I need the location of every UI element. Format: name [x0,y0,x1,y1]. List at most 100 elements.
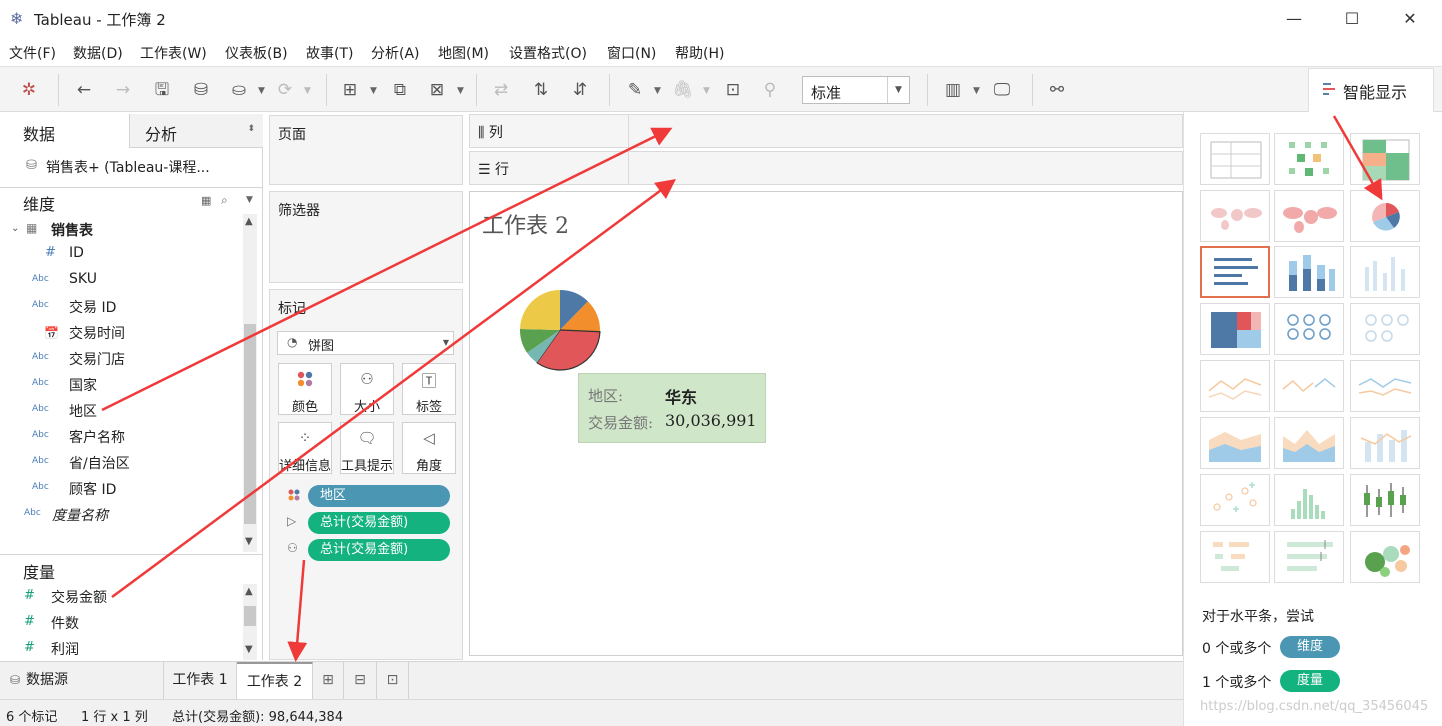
chevron-down-icon[interactable]: ▼ [703,86,710,96]
sort-descending-icon[interactable]: ⇵ [567,77,593,103]
close-button[interactable]: ✕ [1390,6,1430,32]
mark-tooltip-button[interactable]: 🗨 工具提示 [340,422,394,474]
scrollbar-thumb[interactable] [244,606,256,626]
swap-icon[interactable]: ⇄ [488,77,514,103]
tableau-home-icon[interactable]: ✲ [16,77,42,103]
menu-map[interactable]: 地图(M) [438,43,489,63]
mark-detail-button[interactable]: ⁘ 详细信息 [278,422,332,474]
chart-type-scatter[interactable] [1200,474,1270,526]
maximize-button[interactable]: ☐ [1332,6,1372,32]
new-worksheet-icon[interactable]: ⊞ [337,77,363,103]
angle-sum-pill[interactable]: 总计(交易金额) [308,512,450,534]
new-dashboard-icon[interactable]: ⊟ [344,662,377,699]
fit-select[interactable]: 标准 ▼ [802,76,910,104]
new-worksheet-icon[interactable]: ⊞ [313,662,344,699]
chart-type-line-continuous[interactable] [1200,360,1270,412]
columns-shelf[interactable]: ⫼ 列 [469,114,1183,148]
chart-type-heat-map[interactable] [1274,133,1344,185]
chart-type-circle-view[interactable] [1274,303,1344,355]
group-icon[interactable]: 🖇 [670,77,696,103]
duplicate-sheet-icon[interactable]: ⧉ [387,77,413,103]
new-story-icon[interactable]: ⊡ [377,662,409,699]
presentation-mode-icon[interactable]: 🖵 [989,77,1015,103]
tab-analysis[interactable]: 分析 ⬍ [130,114,263,148]
show-cards-icon[interactable]: ▥ [940,77,966,103]
chart-type-pie[interactable] [1350,190,1420,242]
chart-type-highlight-table[interactable] [1350,133,1420,185]
menu-help[interactable]: 帮助(H) [675,43,724,63]
menu-story[interactable]: 故事(T) [306,43,353,63]
chevron-down-icon[interactable]: ▼ [443,338,449,347]
chart-type-side-by-side-bar[interactable] [1350,246,1420,298]
mark-size-button[interactable]: ⚇ 大小 [340,363,394,415]
chevron-down-icon[interactable]: ▼ [457,86,464,96]
menu-worksheet[interactable]: 工作表(W) [140,43,207,63]
filters-shelf[interactable]: 筛选器 [269,191,463,283]
redo-icon[interactable]: → [110,77,136,103]
share-icon[interactable]: ⚯ [1044,77,1070,103]
chart-type-gantt[interactable] [1200,531,1270,583]
menu-analysis[interactable]: 分析(A) [371,43,420,63]
highlight-icon[interactable]: ✎ [622,77,648,103]
dimensions-scrollbar[interactable]: ▲ ▼ [243,214,257,552]
chevron-down-icon[interactable]: ▼ [973,86,980,96]
scrollbar-thumb[interactable] [244,324,256,524]
menu-dashboard[interactable]: 仪表板(B) [225,43,288,63]
show-labels-icon[interactable]: ⊡ [720,77,746,103]
scroll-down-icon[interactable]: ▼ [245,644,253,655]
save-icon[interactable]: 🖫 [149,77,175,103]
view-list-icon[interactable]: ▦ [201,194,211,207]
measures-scrollbar[interactable]: ▲ ▼ [243,584,257,660]
chart-type-area-continuous[interactable] [1200,417,1270,469]
scroll-up-icon[interactable]: ▲ [245,586,253,597]
expand-chevron-icon[interactable]: ⌄ [11,223,19,234]
tab-datasource[interactable]: ⛁ 数据源 [0,662,164,699]
chevron-down-icon[interactable]: ▼ [258,86,265,96]
chart-type-bullet[interactable] [1274,531,1344,583]
chart-type-side-by-side-circle[interactable] [1350,303,1420,355]
size-sum-pill[interactable]: 总计(交易金额) [308,539,450,561]
mark-angle-button[interactable]: ◁ 角度 [402,422,456,474]
tab-sheet-1[interactable]: 工作表 1 [164,662,237,699]
pie-chart[interactable] [518,288,602,372]
rows-shelf[interactable]: ☰ 行 [469,151,1183,185]
chart-type-stacked-bar[interactable] [1274,246,1344,298]
sort-ascending-icon[interactable]: ⇅ [528,77,554,103]
mark-label-button[interactable]: 🅃 标签 [402,363,456,415]
scroll-up-icon[interactable]: ▲ [245,216,253,227]
pin-icon[interactable]: ⚲ [757,77,783,103]
menu-window[interactable]: 窗口(N) [607,43,656,63]
search-icon[interactable]: ⌕ [221,193,228,208]
region-pill[interactable]: 地区 [308,485,450,507]
chart-type-filled-map[interactable] [1274,190,1344,242]
tab-data[interactable]: 数据 [0,114,130,148]
new-datasource-icon[interactable]: ⛁ [188,77,214,103]
slice-yellow[interactable] [520,290,560,330]
worksheet-view[interactable]: 工作表 2 [469,191,1183,656]
menu-file[interactable]: 文件(F) [9,43,56,63]
menu-format[interactable]: 设置格式(O) [509,43,587,63]
pages-shelf[interactable]: 页面 [269,115,463,185]
refresh-icon[interactable]: ⟳ [272,77,298,103]
chart-type-symbol-map[interactable] [1200,190,1270,242]
chevron-down-icon[interactable]: ▼ [304,86,311,96]
scroll-down-icon[interactable]: ▼ [245,536,253,547]
chart-type-text-table[interactable] [1200,133,1270,185]
smart-show-button[interactable]: 智能显示 [1308,68,1434,112]
chart-type-line-discrete[interactable] [1274,360,1344,412]
minimize-button[interactable]: — [1274,6,1314,32]
clear-sheet-icon[interactable]: ⊠ [424,77,450,103]
tab-sheet-2[interactable]: 工作表 2 [237,662,313,699]
menu-data[interactable]: 数据(D) [73,43,123,63]
chart-type-dual-line[interactable] [1350,360,1420,412]
chart-type-horizontal-bar[interactable] [1200,246,1270,298]
mark-color-button[interactable]: 颜色 [278,363,332,415]
chart-type-histogram[interactable] [1274,474,1344,526]
pause-updates-icon[interactable]: ⛀ [226,77,252,103]
mark-type-select[interactable]: ◔ 饼图 ▼ [277,331,454,355]
chevron-down-icon[interactable]: ▼ [887,77,909,103]
chart-type-area-discrete[interactable] [1274,417,1344,469]
chevron-down-icon[interactable]: ▼ [246,195,253,205]
chevron-down-icon[interactable]: ▼ [370,86,377,96]
undo-icon[interactable]: ← [71,77,97,103]
